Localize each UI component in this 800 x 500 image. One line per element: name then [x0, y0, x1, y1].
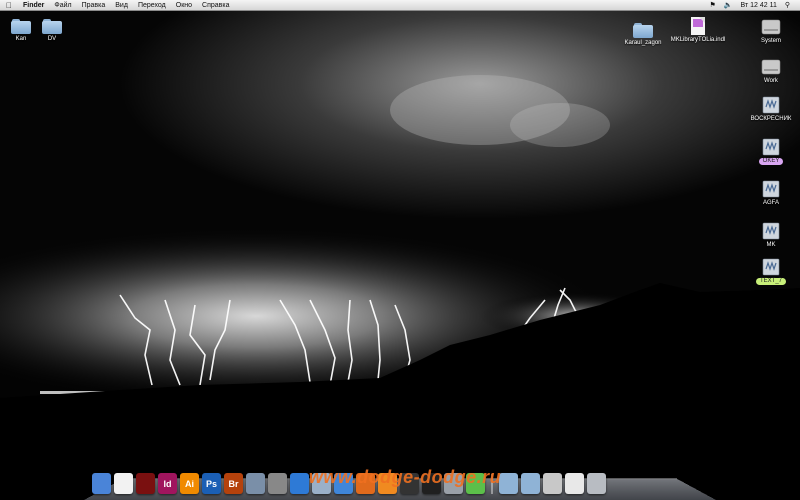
photoshop-icon[interactable]: Ps [202, 473, 221, 494]
preview-icon[interactable] [246, 473, 265, 494]
desktop-icon-label: MK [766, 242, 776, 248]
bridge-icon[interactable]: Br [224, 473, 243, 494]
desktop-folder-karaul-zagon[interactable]: Karaul_zagon [612, 22, 674, 47]
desktop-folder-dv[interactable]: DV [21, 18, 83, 43]
volume-okey[interactable]: OKEY [740, 138, 800, 165]
desktop-icon-label: Karaul_zagon [624, 40, 662, 46]
folder-icon [42, 18, 62, 34]
spotlight-icon[interactable]: ⚲ [781, 0, 794, 11]
folder-icon [633, 22, 653, 38]
desktop-file-mklibrary[interactable]: MKLibraryTOLia.indl [667, 17, 729, 44]
apple-menu-icon[interactable]:  [0, 0, 18, 11]
illustrator-icon[interactable]: Ai [180, 473, 199, 494]
desktop-icon-label: MKLibraryTOLia.indl [670, 37, 726, 43]
menu-edit[interactable]: Правка [77, 0, 111, 11]
desktop-icon-label: ВОСКРЕСНИК [750, 116, 792, 122]
hard-drive-icon [761, 59, 781, 75]
desktop-icon-label: AGFA [762, 200, 779, 206]
desktop-icon-label: TEXT_7 [755, 278, 786, 285]
menu-clock[interactable]: Вт 12 42 11 [737, 0, 781, 11]
menu-window[interactable]: Окно [171, 0, 197, 11]
indesign-document-icon [691, 17, 705, 35]
desktop-icon-label: Work [764, 78, 778, 84]
menu-help[interactable]: Справка [197, 0, 234, 11]
menu-file[interactable]: Файл [49, 0, 76, 11]
trash-icon[interactable] [587, 473, 606, 494]
menu-finder[interactable]: Finder [18, 0, 49, 11]
acrobat-reader-icon[interactable] [114, 473, 133, 494]
network-volume-icon [762, 258, 780, 276]
network-volume-icon [762, 96, 780, 114]
volume-mk[interactable]: MK [740, 222, 800, 249]
desktop-wallpaper [0, 0, 800, 500]
volume-agfa[interactable]: AGFA [740, 180, 800, 207]
menu-bar:  Finder Файл Правка Вид Переход Окно Сп… [0, 0, 800, 11]
hard-drive-icon [761, 19, 781, 35]
volume-text-7[interactable]: TEXT_7 [740, 258, 800, 285]
volume-icon[interactable]: 🔈 [720, 0, 737, 11]
network-volume-icon [762, 180, 780, 198]
desktop-icon-label: OKEY [758, 158, 784, 165]
volume-voskresnik[interactable]: ВОСКРЕСНИК [740, 96, 800, 123]
menu-go[interactable]: Переход [133, 0, 171, 11]
desktop-icon-label: DV [47, 36, 57, 42]
acrobat-pro-icon[interactable] [136, 473, 155, 494]
menu-view[interactable]: Вид [110, 0, 133, 11]
indesign-icon[interactable]: Id [158, 473, 177, 494]
drive-icon[interactable] [543, 473, 562, 494]
network-volume-icon [762, 222, 780, 240]
watermark-text: www.dodge-dodge.ru [308, 467, 502, 487]
desktop-icon-label: System [760, 38, 781, 44]
volume-system[interactable]: System [740, 18, 800, 45]
flag-input-icon[interactable]: ⚑ [706, 0, 720, 11]
network-volume-icon [762, 138, 780, 156]
finder-icon[interactable] [92, 473, 111, 494]
volume-work[interactable]: Work [740, 58, 800, 85]
document-icon[interactable] [565, 473, 584, 494]
